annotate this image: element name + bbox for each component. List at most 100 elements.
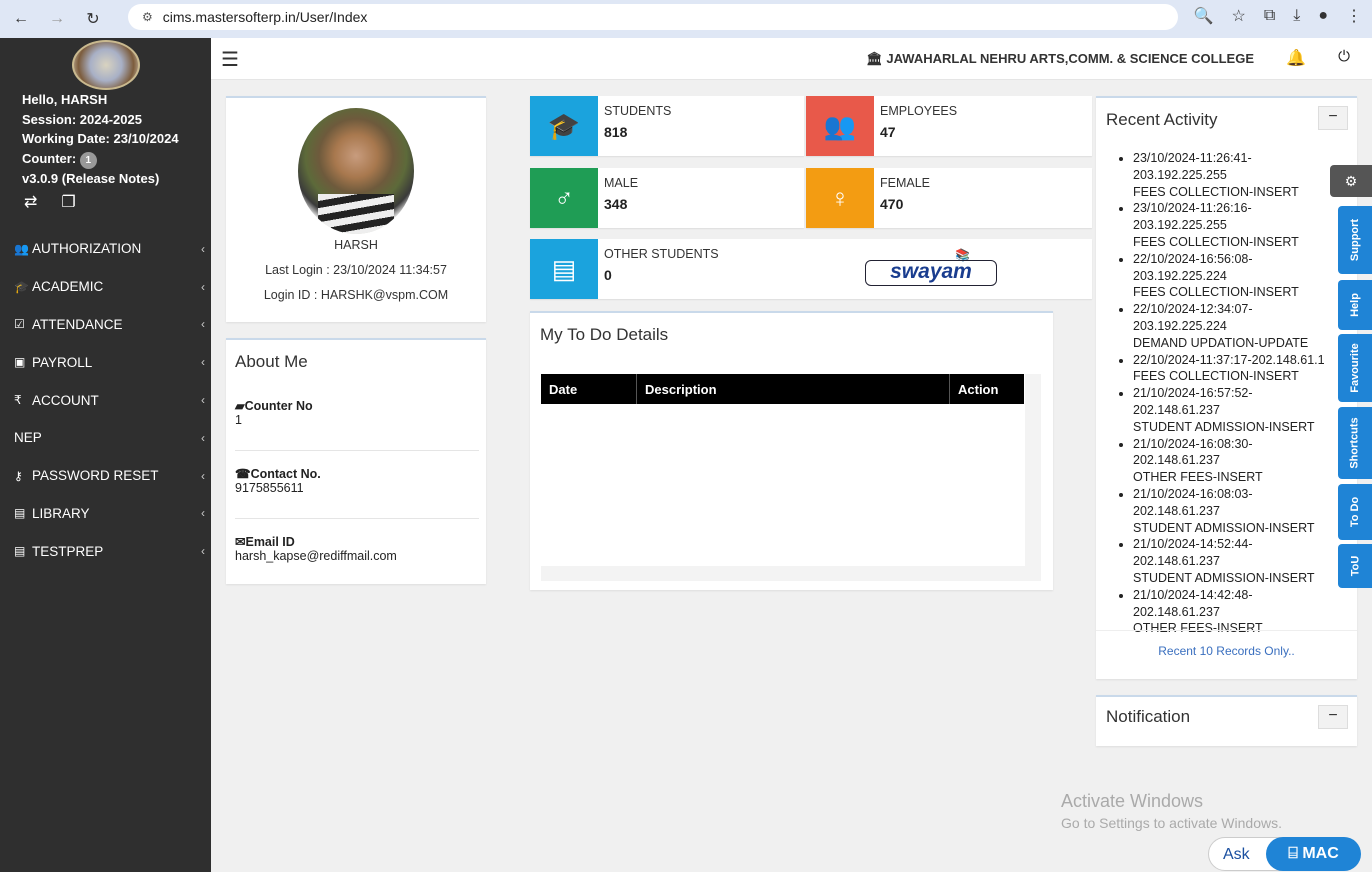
activity-line: FEES COLLECTION-INSERT [1133,369,1299,384]
reload-icon[interactable]: ↻ [80,9,106,29]
sidebar-item-academic[interactable]: 🎓 ACADEMIC ‹ [0,268,211,306]
tab-shortcuts[interactable]: Shortcuts [1338,407,1372,479]
ask-mac-widget[interactable]: Ask ⌸ MAC [1208,837,1361,871]
notification-title: Notification [1106,707,1191,726]
logout-power-icon[interactable]: ⏻ [1338,48,1350,65]
activity-line: 202.148.61.237 [1133,554,1220,569]
collapse-button[interactable]: − [1318,106,1348,130]
counter-label: Counter: [22,150,77,166]
check-square-icon: ☑ [14,317,25,332]
site-settings-icon[interactable]: ⚙ [142,10,153,24]
activity-line: 202.148.61.237 [1133,402,1220,417]
activity-line: OTHER FEES-INSERT [1133,621,1263,636]
users-icon: 👥 [14,241,29,256]
back-icon[interactable]: ← [8,10,34,28]
activity-line: FEES COLLECTION-INSERT [1133,234,1299,249]
forward-icon[interactable]: → [44,10,70,28]
sidebar-item-label: NEP [14,430,42,446]
col-date: Date [541,374,637,404]
tab-label: Favourite [1349,343,1362,393]
about-title: About Me [235,352,308,371]
stat-other-students[interactable]: ▤ OTHER STUDENTS 0 [530,239,1092,299]
sidebar-item-testprep[interactable]: ▤ TESTPREP ‹ [0,532,211,570]
key-icon: ⚷ [14,468,23,483]
stat-students[interactable]: 🎓 STUDENTS 818 [530,96,804,156]
college-title: JAWAHARLAL NEHRU ARTS,COMM. & SCIENCE CO… [886,51,1254,66]
sidebar-item-label: ATTENDANCE [32,316,123,332]
sidebar-item-password-reset[interactable]: ⚷ PASSWORD RESET ‹ [0,457,211,495]
col-description: Description [637,374,950,404]
activity-line: 203.192.225.224 [1133,268,1227,283]
activity-line: STUDENT ADMISSION-INSERT [1133,520,1315,535]
chevron-left-icon: ‹ [201,393,205,408]
activity-line: 22/10/2024-16:56:08- [1133,251,1253,266]
phone-icon: ☎ [235,467,251,481]
sidebar-menu: 👥 AUTHORIZATION ‹ 🎓 ACADEMIC ‹ ☑ ATTENDANCE ‹ … [0,230,211,570]
contact-field: ☎Contact No. 9175855611 [235,466,479,495]
hamburger-menu-icon[interactable]: ☰ [221,47,239,72]
collapse-button[interactable]: − [1318,705,1348,729]
extensions-icon[interactable]: ⧉ [1264,7,1275,25]
tab-to-do[interactable]: To Do [1338,484,1372,540]
copy-icon[interactable]: ❐ [61,192,75,212]
activity-line: 23/10/2024-11:26:41- [1133,151,1252,165]
mac-button[interactable]: ⌸ MAC [1266,837,1361,871]
more-menu-icon[interactable]: ⋮ [1346,6,1362,26]
swayam-logo[interactable]: 📚 swayam [865,248,997,288]
mac-label: MAC [1302,845,1339,862]
sidebar-item-account[interactable]: ₹ ACCOUNT ‹ [0,381,211,419]
sidebar-item-library[interactable]: ▤ LIBRARY ‹ [0,495,211,533]
todo-card: My To Do Details Date Description Action [530,311,1053,590]
sidebar-item-payroll[interactable]: ▣ PAYROLL ‹ [0,343,211,381]
address-bar[interactable]: ⚙ cims.mastersofterp.in/User/Index [128,4,1178,30]
activity-line: 203.192.225.255 [1133,218,1227,233]
tab-label: Support [1349,218,1362,262]
settings-gear-icon[interactable]: ⚙ [1330,165,1372,197]
stat-value: 0 [604,267,612,283]
college-name: 🏛 JAWAHARLAL NEHRU ARTS,COMM. & SCIENCE … [866,51,1254,67]
bookmark-star-icon[interactable]: ☆ [1231,6,1245,26]
tab-label: Shortcuts [1349,417,1361,469]
sidebar-item-authorization[interactable]: 👥 AUTHORIZATION ‹ [0,230,211,268]
sidebar-item-nep[interactable]: NEP ‹ [0,419,211,457]
activate-windows-subtitle: Go to Settings to activate Windows. [1061,815,1282,831]
greeting: Hello, HARSH [22,92,108,107]
notification-bell-icon[interactable]: 🔔 [1286,48,1306,68]
contact-value: 9175855611 [235,481,304,495]
stat-label: FEMALE [880,176,931,190]
tab-support[interactable]: Support [1338,206,1372,274]
stat-male[interactable]: ♂ MALE 348 [530,168,804,228]
tab-favourite[interactable]: Favourite [1338,334,1372,402]
recent-records-link[interactable]: Recent 10 Records Only.. [1096,644,1357,658]
vertical-scrollbar[interactable] [1025,374,1041,566]
stat-value: 470 [880,196,904,212]
stat-label: STUDENTS [604,104,672,118]
profile-card: HARSH Last Login : 23/10/2024 11:34:57 L… [226,96,486,322]
book-icon: ▤ [14,544,26,559]
activity-line: 21/10/2024-16:57:52- [1133,386,1253,401]
sidebar-item-attendance[interactable]: ☑ ATTENDANCE ‹ [0,306,211,344]
download-icon[interactable]: ⤓ [1293,7,1300,25]
chevron-left-icon: ‹ [201,468,205,483]
about-me-card: About Me ▰Counter No 1 ☎Contact No. 9175… [226,338,486,584]
sidebar-item-label: LIBRARY [32,505,90,521]
activity-item: 23/10/2024-11:26:41- 203.192.225.255 FEES … [1133,150,1356,200]
profile-avatar-icon[interactable]: ● [1318,7,1328,25]
sidebar-item-label: PASSWORD RESET [32,468,159,484]
stat-employees[interactable]: 👥 EMPLOYEES 47 [806,96,1092,156]
profile-photo [298,108,414,234]
tab-help[interactable]: Help [1338,280,1372,330]
envelope-icon: ✉ [235,535,246,549]
activity-line: FEES COLLECTION-INSERT [1133,285,1299,300]
version-link[interactable]: v3.0.9 (Release Notes) [22,169,179,189]
swayam-logo-text: swayam [865,260,997,286]
switch-icon[interactable]: ⇄ [24,192,37,212]
zoom-icon[interactable]: 🔍 [1194,6,1214,26]
graduation-cap-icon: 🎓 [530,96,598,156]
ask-label: Ask [1223,846,1250,863]
horizontal-scrollbar[interactable] [541,566,1041,581]
activity-line: 202.148.61.237 [1133,604,1220,619]
stat-female[interactable]: ♀ FEMALE 470 [806,168,1092,228]
tab-tou[interactable]: ToU [1338,544,1372,588]
money-icon: ▣ [14,355,26,370]
